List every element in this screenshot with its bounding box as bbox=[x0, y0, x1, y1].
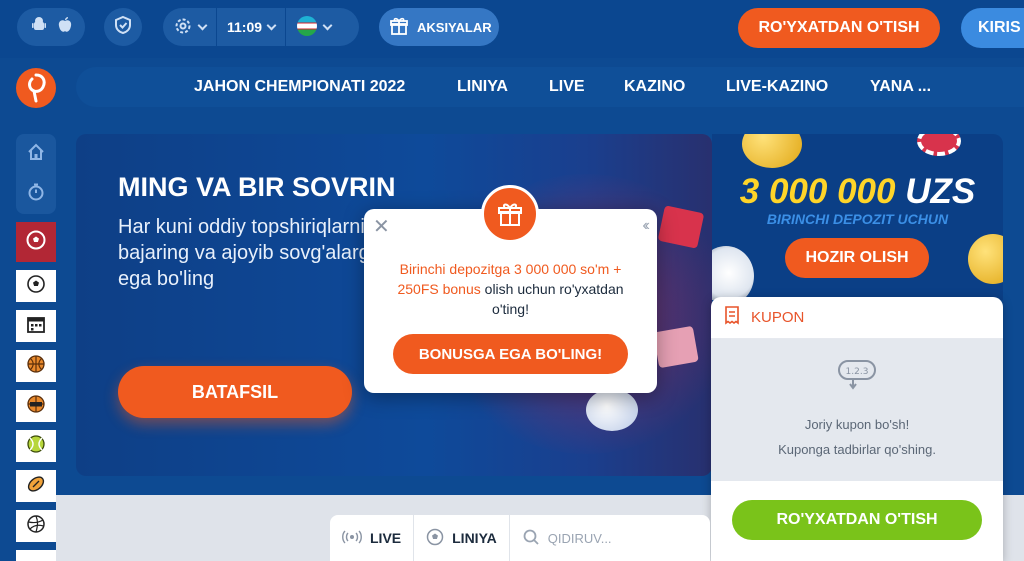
promo-currency: UZS bbox=[905, 172, 976, 211]
promotions-button[interactable]: AKSIYALAR bbox=[379, 8, 499, 46]
soccer-ball-icon bbox=[25, 229, 47, 256]
coupon-empty-state: 1.2.3 Joriy kupon bo'sh! Kuponga tadbirl… bbox=[711, 339, 1003, 481]
bonus-popup: ✕ ‹‹ Birinchi depozitga 3 000 000 so'm +… bbox=[364, 185, 657, 393]
get-bonus-button[interactable]: BONUSGA EGA BO'LING! bbox=[393, 334, 628, 374]
calendar-icon bbox=[26, 314, 46, 339]
american-football-icon bbox=[26, 474, 46, 499]
login-button[interactable]: KIRIS bbox=[961, 8, 1024, 48]
app-download-group bbox=[17, 8, 85, 46]
sidebar-live[interactable] bbox=[16, 174, 56, 214]
banner-description: Har kuni oddiy topshiriqlarni bajaring v… bbox=[118, 216, 381, 290]
coupon-register-button[interactable]: RO'YXATDAN O'TISH bbox=[732, 500, 982, 540]
sidebar-football[interactable] bbox=[16, 270, 56, 302]
details-button[interactable]: BATAFSIL bbox=[118, 366, 352, 418]
settings-group: 11:09 bbox=[163, 8, 359, 46]
deposit-promo-card: 3 000 000 UZS BIRINCHI DEPOZIT UCHUN HOZ… bbox=[712, 134, 1003, 300]
search-input[interactable]: QIDIRUV... bbox=[508, 515, 624, 561]
coupon-empty-hint: Kuponga tadbirlar qo'shing. bbox=[778, 442, 936, 457]
nav-live-casino[interactable]: LIVE-KAZINO bbox=[726, 67, 828, 107]
soccer-ball-icon bbox=[26, 274, 46, 299]
sidebar-home[interactable] bbox=[16, 134, 56, 174]
nav-line[interactable]: LINIYA bbox=[457, 67, 508, 107]
nav-more[interactable]: YANA ... bbox=[870, 67, 931, 107]
tab-live[interactable]: LIVE bbox=[330, 515, 413, 561]
gift-icon bbox=[481, 185, 539, 243]
shield-icon bbox=[113, 15, 133, 40]
tab-line-label: LINIYA bbox=[452, 530, 497, 546]
tab-live-label: LIVE bbox=[370, 530, 402, 546]
get-now-button[interactable]: HOZIR OLISH bbox=[785, 238, 929, 278]
sidebar-basketball-ncaa[interactable] bbox=[16, 390, 56, 422]
nav-world-cup[interactable]: JAHON CHEMPIONATI 2022 bbox=[194, 67, 405, 107]
top-bar: 11:09 AKSIYALAR RO'YXATDAN O'TISH KIRIS bbox=[0, 0, 1024, 58]
gear-icon bbox=[173, 16, 193, 39]
tennis-ball-icon bbox=[26, 434, 46, 459]
promo-amount-value: 3 000 000 bbox=[739, 172, 896, 211]
promo-amount: 3 000 000 UZS bbox=[712, 172, 1003, 212]
chevron-down-icon bbox=[197, 20, 208, 30]
popup-message: Birinchi depozitga 3 000 000 so'm + 250F… bbox=[378, 259, 643, 319]
coupon-panel: KUPON 1.2.3 Joriy kupon bo'sh! Kuponga t… bbox=[711, 297, 1003, 561]
uzbekistan-flag-icon bbox=[296, 15, 318, 40]
sidebar-american-football[interactable] bbox=[16, 470, 56, 502]
home-icon bbox=[26, 142, 46, 167]
promotions-label: AKSIYALAR bbox=[417, 19, 492, 35]
nav-live[interactable]: LIVE bbox=[549, 67, 585, 107]
sidebar-football-active[interactable] bbox=[16, 222, 56, 262]
soccer-ball-icon bbox=[426, 528, 444, 549]
sidebar-more-sports[interactable] bbox=[16, 550, 56, 561]
nav-casino[interactable]: KAZINO bbox=[624, 67, 685, 107]
volleyball-icon bbox=[26, 514, 46, 539]
language-dropdown[interactable] bbox=[285, 8, 341, 46]
android-icon[interactable] bbox=[30, 16, 48, 39]
coin-decoration bbox=[968, 234, 1003, 284]
basketball-icon bbox=[26, 354, 46, 379]
site-logo[interactable] bbox=[16, 68, 56, 108]
soccer-ball-decoration bbox=[712, 246, 754, 300]
casino-chip-decoration bbox=[917, 134, 961, 156]
banner-title: MING VA BIR SOVRIN bbox=[118, 172, 396, 202]
sidebar-tennis[interactable] bbox=[16, 430, 56, 462]
sports-sidebar bbox=[16, 134, 56, 561]
basketball-ncaa-icon bbox=[26, 394, 46, 419]
bottom-tabs: LIVE LINIYA QIDIRUV... bbox=[330, 515, 710, 561]
main-nav: JAHON CHEMPIONATI 2022 LINIYA LIVE KAZIN… bbox=[76, 67, 1024, 107]
coupon-empty-message: Joriy kupon bo'sh! bbox=[804, 417, 910, 432]
apple-icon[interactable] bbox=[57, 16, 73, 39]
register-button[interactable]: RO'YXATDAN O'TISH bbox=[738, 8, 940, 48]
search-icon bbox=[522, 528, 540, 549]
search-placeholder: QIDIRUV... bbox=[547, 530, 612, 546]
coupon-header[interactable]: KUPON bbox=[711, 297, 1003, 339]
close-icon[interactable]: ✕ bbox=[373, 217, 390, 237]
coupon-empty-icon: 1.2.3 bbox=[835, 357, 879, 398]
sidebar-basketball[interactable] bbox=[16, 350, 56, 382]
settings-dropdown[interactable] bbox=[163, 8, 216, 46]
sidebar-calendar[interactable] bbox=[16, 310, 56, 342]
coupon-title: KUPON bbox=[751, 309, 805, 326]
chevron-down-icon bbox=[266, 20, 277, 30]
security-button[interactable] bbox=[104, 8, 142, 46]
gift-icon bbox=[389, 16, 409, 39]
time-value: 11:09 bbox=[227, 19, 263, 35]
collapse-icon[interactable]: ‹‹ bbox=[642, 217, 649, 235]
coin-decoration bbox=[742, 134, 802, 168]
banner-ball-decoration bbox=[586, 389, 638, 431]
popup-text: olish uchun ro'yxatdan o'ting! bbox=[480, 281, 624, 317]
svg-text:1.2.3: 1.2.3 bbox=[846, 367, 869, 377]
tab-line[interactable]: LINIYA bbox=[413, 515, 509, 561]
banner-gift-decoration bbox=[653, 325, 699, 369]
chevron-down-icon bbox=[322, 20, 333, 30]
sidebar-volleyball[interactable] bbox=[16, 510, 56, 542]
time-dropdown[interactable]: 11:09 bbox=[216, 8, 285, 46]
live-signal-icon bbox=[342, 530, 362, 547]
promo-subtitle: BIRINCHI DEPOZIT UCHUN bbox=[766, 211, 949, 227]
coupon-icon bbox=[723, 305, 741, 330]
stopwatch-icon bbox=[26, 182, 46, 207]
